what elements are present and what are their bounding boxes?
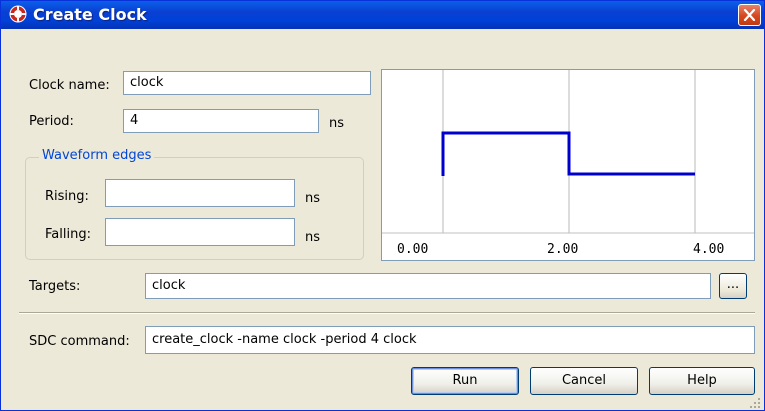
period-unit-label: ns [329, 116, 345, 131]
waveform-canvas: 0.00 2.00 4.00 [382, 70, 754, 257]
separator [19, 312, 755, 314]
clock-name-input[interactable]: clock [123, 71, 371, 95]
create-clock-dialog: Create Clock Clock name: clock Period: 4… [0, 0, 765, 411]
help-button[interactable]: Help [649, 367, 755, 395]
falling-label: Falling: [45, 227, 91, 242]
clock-app-icon [9, 5, 27, 23]
close-icon [743, 9, 756, 21]
targets-label: Targets: [29, 279, 81, 294]
tick-label-4: 4.00 [693, 242, 724, 257]
window-title: Create Clock [33, 5, 147, 24]
browse-targets-button[interactable]: ... [719, 273, 747, 299]
rising-label: Rising: [45, 189, 89, 204]
clock-name-label: Clock name: [29, 78, 110, 93]
rising-unit-label: ns [305, 191, 321, 206]
tick-label-2: 2.00 [547, 242, 578, 257]
close-button[interactable] [738, 4, 761, 26]
waveform-edges-title: Waveform edges [39, 148, 155, 163]
resize-grip-icon[interactable] [749, 397, 761, 409]
sdc-command-label: SDC command: [29, 334, 130, 349]
tick-label-0: 0.00 [397, 242, 428, 257]
title-bar[interactable]: Create Clock [1, 1, 764, 29]
cancel-button[interactable]: Cancel [530, 367, 638, 395]
falling-unit-label: ns [305, 230, 321, 245]
rising-input[interactable] [105, 179, 295, 207]
targets-input[interactable]: clock [145, 273, 711, 299]
sdc-command-field[interactable]: create_clock -name clock -period 4 clock [145, 326, 755, 354]
run-button[interactable]: Run [411, 367, 519, 395]
waveform-preview: 0.00 2.00 4.00 [381, 69, 755, 261]
period-label: Period: [29, 114, 74, 129]
falling-input[interactable] [105, 218, 295, 246]
clock-waveform [441, 131, 695, 176]
period-input[interactable]: 4 [123, 109, 319, 133]
